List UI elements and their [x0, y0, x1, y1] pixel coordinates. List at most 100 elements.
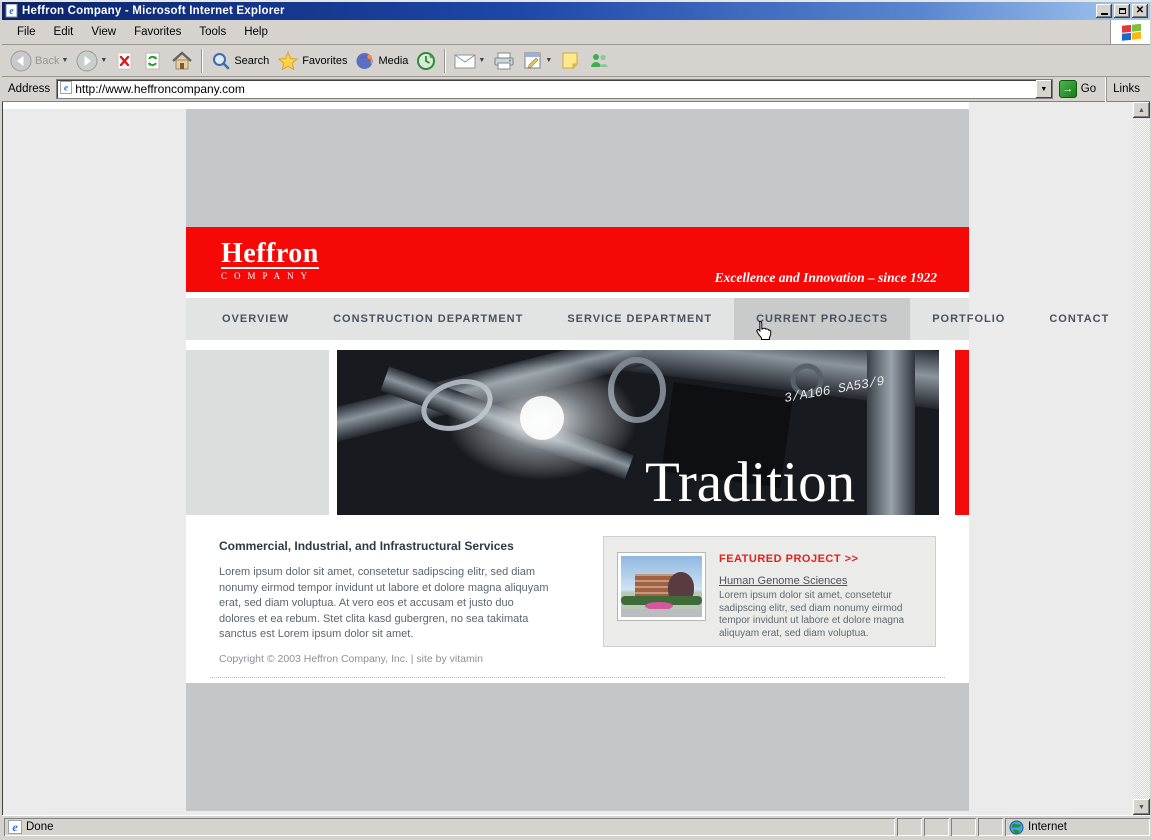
logo-wordmark: Heffron — [221, 241, 319, 269]
menu-file[interactable]: File — [8, 24, 45, 40]
hand-cursor — [755, 320, 772, 341]
main-navigation: OVERVIEW CONSTRUCTION DEPARTMENT SERVICE… — [186, 298, 969, 340]
hero-red-accent-bar — [955, 350, 969, 515]
main-content-section: Commercial, Industrial, and Infrastructu… — [186, 515, 969, 683]
minimize-button[interactable] — [1096, 4, 1112, 18]
print-icon — [493, 51, 515, 71]
copyright-line: Copyright © 2003 Heffron Company, Inc. |… — [219, 653, 483, 665]
services-body-text: Lorem ipsum dolor sit amet, consetetur s… — [219, 565, 551, 643]
hero-left-gray-block — [186, 350, 329, 515]
svg-text:e: e — [9, 6, 14, 17]
brand-banner: Heffron COMPANY Excellence and Innovatio… — [186, 227, 969, 292]
status-empty-pane — [924, 818, 949, 836]
toolbar-separator — [201, 49, 203, 73]
nav-contact[interactable]: CONTACT — [1027, 298, 1131, 340]
back-icon — [10, 50, 32, 72]
status-empty-pane — [978, 818, 1003, 836]
heffron-logo[interactable]: Heffron COMPANY — [221, 241, 319, 281]
nav-portfolio[interactable]: PORTFOLIO — [910, 298, 1027, 340]
edit-icon — [523, 51, 543, 71]
page-header-gray-block — [186, 109, 969, 227]
history-icon — [416, 51, 436, 71]
svg-text:e: e — [64, 83, 68, 93]
history-button[interactable] — [412, 47, 440, 75]
security-zone-pane: Internet — [1005, 818, 1150, 836]
featured-project-body: Lorem ipsum dolor sit amet, consetetur s… — [719, 590, 925, 640]
back-button[interactable]: Back▼ — [6, 47, 72, 75]
menu-help[interactable]: Help — [235, 24, 277, 40]
hero-photo: 3/A106 SA53/9 Tradition — [337, 350, 939, 515]
nav-overview[interactable]: OVERVIEW — [200, 298, 311, 340]
window-title: Heffron Company - Microsoft Internet Exp… — [22, 5, 1094, 17]
document-done-icon: e — [8, 820, 22, 834]
menu-tools[interactable]: Tools — [190, 24, 235, 40]
stop-button[interactable] — [111, 47, 139, 75]
status-empty-pane — [951, 818, 976, 836]
vertical-scrollbar[interactable]: ▲ ▼ — [1133, 102, 1150, 815]
standard-buttons-toolbar: Back▼ ▼ Search Favorites Media — [2, 45, 1150, 77]
nav-service-department[interactable]: SERVICE DEPARTMENT — [545, 298, 734, 340]
search-button[interactable]: Search — [207, 47, 273, 75]
search-icon — [211, 51, 231, 71]
mail-icon — [454, 52, 476, 70]
messenger-people-icon — [588, 51, 610, 71]
menu-view[interactable]: View — [82, 24, 125, 40]
print-button[interactable] — [489, 47, 519, 75]
menu-bar: File Edit View Favorites Tools Help — [2, 20, 1150, 45]
status-text: Done — [26, 821, 54, 833]
dotted-divider — [210, 677, 945, 678]
media-button[interactable]: Media — [351, 47, 412, 75]
ie-page-icon: e — [5, 4, 19, 18]
scroll-down-button[interactable]: ▼ — [1133, 799, 1150, 815]
title-bar[interactable]: e Heffron Company - Microsoft Internet E… — [2, 2, 1150, 20]
media-icon — [355, 51, 375, 71]
services-heading: Commercial, Industrial, and Infrastructu… — [219, 539, 514, 553]
messenger-button[interactable] — [584, 47, 614, 75]
address-label: Address — [4, 83, 56, 95]
page-viewport: Heffron COMPANY Excellence and Innovatio… — [2, 102, 1150, 815]
page-footer-gray-block — [186, 683, 969, 811]
links-toolbar[interactable]: Links — [1106, 77, 1148, 102]
browser-window: e Heffron Company - Microsoft Internet E… — [0, 0, 1152, 840]
featured-project-link[interactable]: Human Genome Sciences — [719, 575, 847, 587]
favorites-button[interactable]: Favorites — [273, 47, 351, 75]
discuss-button[interactable] — [556, 47, 584, 75]
status-empty-pane — [897, 818, 922, 836]
home-button[interactable] — [167, 47, 197, 75]
zone-text: Internet — [1028, 821, 1067, 833]
close-button[interactable]: ✕ — [1132, 4, 1148, 18]
featured-project-kicker[interactable]: FEATURED PROJECT >> — [719, 553, 859, 565]
go-arrow-icon: → — [1059, 80, 1077, 98]
hero-headline: Tradition — [645, 451, 855, 514]
page-favicon: e — [60, 81, 72, 97]
edit-button[interactable]: ▼ — [519, 47, 556, 75]
featured-thumbnail[interactable] — [617, 552, 706, 621]
refresh-button[interactable] — [139, 47, 167, 75]
go-button[interactable]: → Go — [1057, 79, 1102, 100]
mail-button[interactable]: ▼ — [450, 47, 489, 75]
home-icon — [171, 51, 193, 71]
menu-edit[interactable]: Edit — [45, 24, 83, 40]
discuss-note-icon — [560, 51, 580, 71]
toolbar-separator — [444, 49, 446, 73]
scrollbar-track[interactable] — [1133, 118, 1150, 799]
address-input[interactable] — [75, 81, 1036, 97]
logo-subtitle: COMPANY — [221, 271, 319, 281]
building-photo — [621, 556, 702, 617]
stop-icon — [115, 51, 135, 71]
status-bar: e Done Internet — [2, 815, 1150, 838]
menu-favorites[interactable]: Favorites — [125, 24, 190, 40]
address-dropdown-button[interactable]: ▼ — [1036, 80, 1052, 98]
address-bar: Address e ▼ → Go Links — [2, 77, 1150, 102]
nav-construction-department[interactable]: CONSTRUCTION DEPARTMENT — [311, 298, 545, 340]
tagline: Excellence and Innovation – since 1922 — [715, 270, 937, 286]
hero-section: 3/A106 SA53/9 Tradition — [186, 350, 969, 515]
forward-button[interactable]: ▼ — [72, 47, 111, 75]
refresh-icon — [143, 51, 163, 71]
restore-button[interactable] — [1114, 4, 1130, 18]
scroll-up-button[interactable]: ▲ — [1133, 102, 1150, 118]
windows-logo-throbber — [1110, 20, 1150, 44]
address-field-wrap: e ▼ — [56, 79, 1053, 99]
internet-globe-icon — [1009, 820, 1024, 835]
page-content-column: Heffron COMPANY Excellence and Innovatio… — [186, 102, 969, 811]
